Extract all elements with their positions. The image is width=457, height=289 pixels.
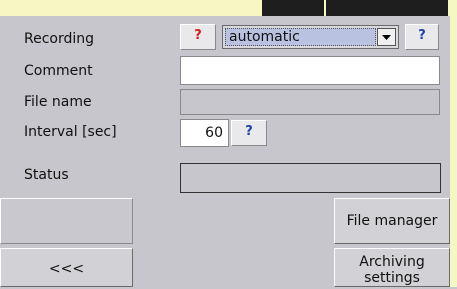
right-edge-strip xyxy=(450,0,457,287)
status-label: Status xyxy=(24,167,69,183)
chevron-down-icon xyxy=(382,35,391,40)
recording-label: Recording xyxy=(24,31,95,47)
recording-mode-selected-value: automatic xyxy=(225,28,376,46)
file-name-label: File name xyxy=(24,94,92,110)
status-field xyxy=(180,163,441,193)
recording-mode-help-button[interactable]: ? xyxy=(405,24,439,50)
archiving-settings-label-line1: Archiving xyxy=(359,254,425,270)
comment-input[interactable] xyxy=(180,56,440,85)
archiving-settings-button[interactable]: Archiving settings xyxy=(334,248,450,287)
archiving-settings-label-line2: settings xyxy=(364,270,420,286)
file-manager-button[interactable]: File manager xyxy=(334,198,450,244)
empty-softkey-left xyxy=(0,198,133,244)
dropdown-arrow-button[interactable] xyxy=(377,28,396,46)
help-icon: ? xyxy=(418,28,426,43)
recording-mode-dropdown[interactable]: automatic xyxy=(222,25,399,49)
recording-help-button[interactable]: ? xyxy=(180,24,216,50)
interval-help-button[interactable]: ? xyxy=(231,120,267,146)
help-icon: ? xyxy=(194,28,202,43)
file-name-field xyxy=(180,89,440,115)
back-button[interactable]: <<< xyxy=(0,248,133,287)
top-bar-segment xyxy=(326,0,448,16)
top-bar xyxy=(0,0,457,16)
help-icon: ? xyxy=(245,124,253,139)
top-bar-segment xyxy=(262,0,324,16)
interval-input[interactable]: 60 xyxy=(180,119,229,147)
comment-label: Comment xyxy=(24,63,93,79)
interval-label: Interval [sec] xyxy=(24,124,117,140)
